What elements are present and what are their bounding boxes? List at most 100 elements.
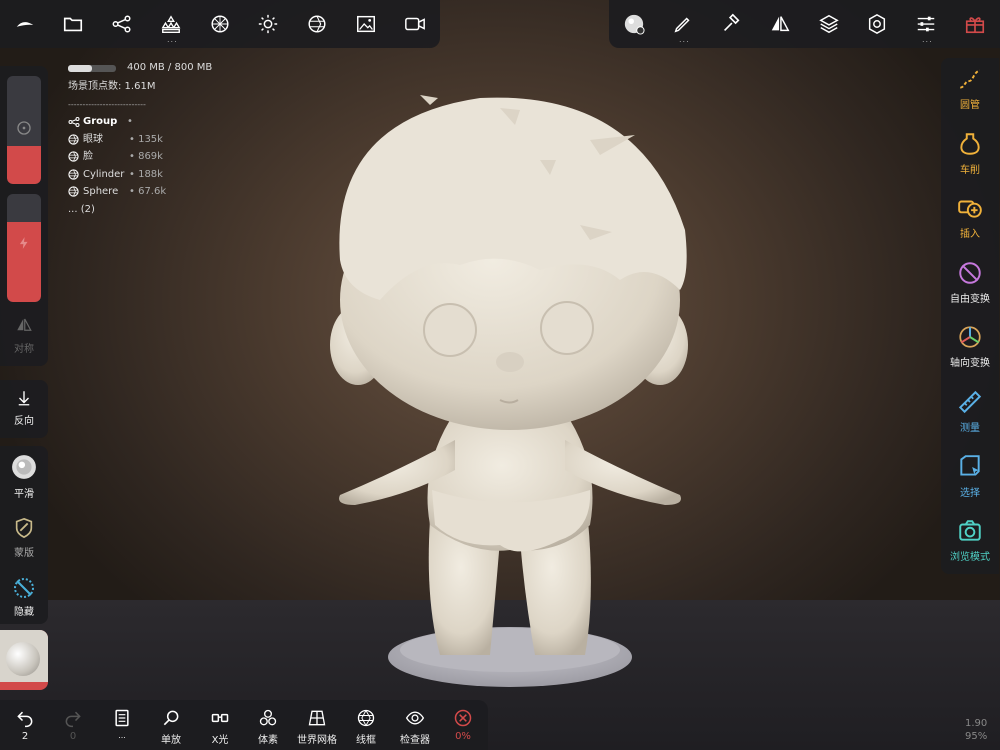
symmetry-icon[interactable]	[765, 9, 795, 39]
object-count: • 135k	[129, 133, 163, 145]
free-transform-label: 自由变换	[950, 294, 990, 305]
insert-tool[interactable]: 插入	[941, 189, 999, 251]
solo-label: 单放	[161, 735, 181, 746]
inspector-icon	[405, 711, 425, 725]
scene-graph-icon[interactable]	[107, 9, 137, 39]
object-name: Sphere	[83, 186, 119, 197]
video-icon[interactable]	[400, 9, 430, 39]
browse-mode-tool[interactable]: 浏览模式	[941, 512, 999, 574]
select-icon	[960, 455, 980, 476]
inspector-button[interactable]: 检查器	[392, 700, 438, 750]
radius-slider-fill	[7, 146, 41, 184]
outline-object[interactable]: 眼球 • 135k	[68, 131, 166, 149]
hammer-icon[interactable]	[716, 9, 746, 39]
outline-group[interactable]: Group •	[68, 113, 166, 131]
select-label: 选择	[960, 488, 980, 499]
smooth-label: 平滑	[14, 489, 34, 500]
mesh-icon	[68, 169, 79, 180]
mesh-icon	[68, 134, 79, 145]
image-icon[interactable]	[351, 9, 381, 39]
outline-separator: ---------------------------	[68, 99, 146, 109]
smooth-tool[interactable]: 平滑	[0, 454, 48, 500]
insert-icon	[958, 200, 982, 218]
top-left-toolbar: ...	[0, 0, 440, 48]
ruler-icon	[958, 390, 982, 414]
reverse-button[interactable]: 反向	[0, 388, 48, 427]
world-grid-label: 世界网格	[297, 735, 337, 746]
wireframe-icon	[357, 709, 375, 727]
close-circle-icon	[454, 709, 472, 727]
free-transform-tool[interactable]: 自由变换	[941, 254, 999, 316]
axis-transform-tool[interactable]: 轴向变换	[941, 318, 999, 380]
radius-icon	[17, 121, 31, 135]
group-name: Group	[83, 116, 118, 127]
select-tool[interactable]: 选择	[941, 448, 999, 510]
sphere-grid-icon[interactable]	[205, 9, 235, 39]
redo-button[interactable]: 0	[50, 700, 96, 750]
symmetry-toggle[interactable]: 对称	[0, 316, 48, 364]
redo-icon	[65, 711, 81, 728]
tube-icon	[960, 69, 981, 89]
matcap-sphere-icon[interactable]	[619, 9, 649, 39]
arrow-down-icon	[18, 391, 30, 406]
object-name: 眼球	[83, 133, 103, 145]
tool-panel: 平滑 蒙版 隐藏	[0, 446, 48, 624]
symmetry-small-icon	[17, 318, 32, 331]
fps-readout: 1.90	[965, 718, 988, 729]
lightning-icon	[19, 237, 28, 249]
hide-label: 隐藏	[14, 607, 34, 618]
brush-more: ...	[679, 35, 690, 44]
mask-tool[interactable]: 蒙版	[0, 516, 48, 559]
layers-icon[interactable]	[814, 9, 844, 39]
lathe-label: 车削	[960, 165, 980, 176]
wireframe-label: 线框	[356, 735, 376, 746]
intensity-slider[interactable]	[7, 194, 41, 302]
material-preview-sphere	[0, 630, 48, 682]
object-count: • 67.6k	[129, 186, 167, 197]
undo-icon	[17, 711, 33, 728]
free-transform-icon	[959, 262, 981, 284]
right-tool-panel: 圆管 车削 插入 自由变换 轴向变换 测量 选择 浏览模式	[941, 58, 999, 574]
top-right-toolbar: ... ...	[609, 0, 1000, 48]
settings-icon[interactable]	[862, 9, 892, 39]
primitives-more: ...	[167, 35, 178, 44]
redo-count: 0	[69, 731, 77, 742]
material-icon[interactable]	[302, 9, 332, 39]
world-grid-button[interactable]: 世界网格	[294, 700, 340, 750]
memory-text: 400 MB / 800 MB	[127, 62, 213, 73]
camera-icon	[959, 520, 981, 541]
document-icon	[115, 709, 129, 727]
tube-tool[interactable]: 圆管	[941, 60, 999, 122]
solo-button[interactable]: 单放	[148, 700, 194, 750]
hide-tool[interactable]: 隐藏	[0, 576, 48, 618]
outline-object[interactable]: 脸 • 869k	[68, 148, 166, 166]
lathe-tool[interactable]: 车削	[941, 125, 999, 187]
tube-label: 圆管	[960, 100, 980, 111]
xray-label: X光	[211, 735, 229, 746]
memory-bar	[68, 65, 116, 72]
undo-button[interactable]: 2	[2, 700, 48, 750]
radius-slider[interactable]	[7, 76, 41, 184]
outline-more[interactable]: ... (2)	[68, 201, 166, 219]
zoom-icon	[163, 710, 179, 726]
document-button[interactable]: ...	[99, 700, 145, 750]
measure-tool[interactable]: 测量	[941, 383, 999, 445]
progress-cancel-button[interactable]: 0%	[440, 700, 486, 750]
hide-icon	[14, 578, 34, 598]
reverse-label: 反向	[14, 416, 34, 427]
object-name: 脸	[83, 151, 93, 162]
gift-icon[interactable]	[960, 9, 990, 39]
light-icon[interactable]	[253, 9, 283, 39]
voxel-icon	[259, 709, 277, 726]
material-swatch-panel[interactable]	[0, 630, 48, 690]
object-count: • 188k	[129, 168, 163, 180]
wireframe-button[interactable]: 线框	[343, 700, 389, 750]
outline-object[interactable]: Cylinder • 188k	[68, 166, 166, 184]
logo-icon[interactable]	[10, 9, 40, 39]
folder-icon[interactable]	[58, 9, 88, 39]
voxel-button[interactable]: 体素	[245, 700, 291, 750]
outline-object[interactable]: Sphere • 67.6k	[68, 183, 166, 201]
object-count: • 869k	[129, 151, 163, 162]
xray-button[interactable]: X光	[197, 700, 243, 750]
inspector-label: 检查器	[400, 735, 430, 746]
